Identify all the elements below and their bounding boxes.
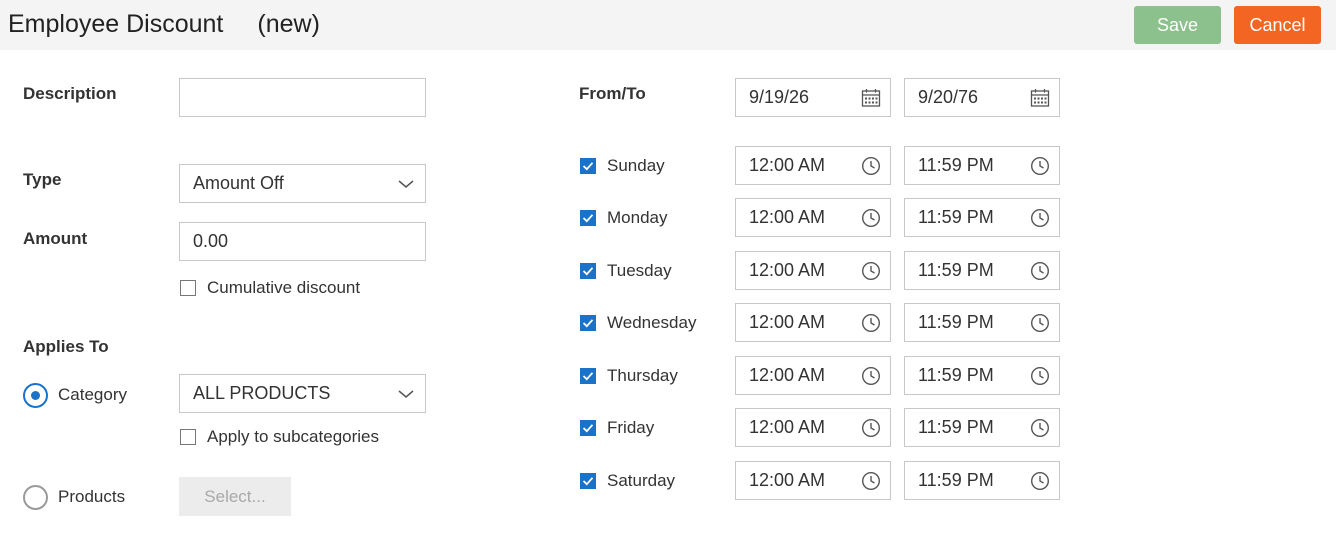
page-title: Employee Discount (new) <box>8 10 320 39</box>
save-button[interactable]: Save <box>1134 6 1221 44</box>
apply-subcategories-checkbox[interactable] <box>180 429 196 445</box>
category-select[interactable]: ALL PRODUCTS <box>179 374 426 413</box>
thursday-end-time: 11:59 PM <box>918 365 994 385</box>
sunday-start-time: 12:00 AM <box>749 155 826 175</box>
tuesday-end-time-input[interactable]: 11:59 PM <box>904 251 1060 290</box>
sunday-start-time-input[interactable]: 12:00 AM <box>735 146 891 185</box>
cancel-button[interactable]: Cancel <box>1234 6 1321 44</box>
clock-icon[interactable] <box>1030 261 1050 281</box>
thursday-checkbox[interactable] <box>580 368 596 384</box>
saturday-start-time-input[interactable]: 12:00 AM <box>735 461 891 500</box>
monday-end-time-input[interactable]: 11:59 PM <box>904 198 1060 237</box>
clock-icon[interactable] <box>1030 418 1050 438</box>
record-status: (new) <box>257 10 320 38</box>
clock-icon[interactable] <box>861 208 881 228</box>
monday-end-time: 11:59 PM <box>918 207 994 227</box>
products-radio-label: Products <box>58 487 126 506</box>
sunday-checkbox[interactable] <box>580 158 596 174</box>
friday-end-time-input[interactable]: 11:59 PM <box>904 408 1060 447</box>
calendar-icon[interactable] <box>1030 88 1050 108</box>
wednesday-checkbox[interactable] <box>580 315 596 331</box>
clock-icon[interactable] <box>1030 313 1050 333</box>
saturday-label: Saturday <box>607 471 676 490</box>
saturday-start-time: 12:00 AM <box>749 470 826 490</box>
chevron-down-icon <box>398 390 414 398</box>
page-title-text: Employee Discount <box>8 10 224 38</box>
friday-checkbox[interactable] <box>580 420 596 436</box>
applies-to-label: Applies To <box>23 337 109 356</box>
category-radio[interactable] <box>23 383 48 408</box>
monday-checkbox[interactable] <box>580 210 596 226</box>
from-date-value: 9/19/26 <box>749 87 810 107</box>
thursday-start-time: 12:00 AM <box>749 365 826 385</box>
to-date-input[interactable]: 9/20/76 <box>904 78 1060 117</box>
clock-icon[interactable] <box>1030 208 1050 228</box>
category-select-value: ALL PRODUCTS <box>193 383 331 403</box>
cumulative-discount-label: Cumulative discount <box>207 278 361 297</box>
products-radio[interactable] <box>23 485 48 510</box>
clock-icon[interactable] <box>861 313 881 333</box>
type-select[interactable]: Amount Off <box>179 164 426 203</box>
friday-end-time: 11:59 PM <box>918 417 994 437</box>
from-to-label: From/To <box>579 84 646 103</box>
clock-icon[interactable] <box>861 261 881 281</box>
amount-input[interactable] <box>179 222 426 261</box>
thursday-start-time-input[interactable]: 12:00 AM <box>735 356 891 395</box>
friday-start-time: 12:00 AM <box>749 417 826 437</box>
clock-icon[interactable] <box>861 366 881 386</box>
tuesday-label: Tuesday <box>607 261 672 280</box>
monday-start-time: 12:00 AM <box>749 207 826 227</box>
saturday-checkbox[interactable] <box>580 473 596 489</box>
sunday-label: Sunday <box>607 156 665 175</box>
type-select-value: Amount Off <box>193 173 284 193</box>
sunday-end-time-input[interactable]: 11:59 PM <box>904 146 1060 185</box>
apply-subcategories-label: Apply to subcategories <box>207 427 379 446</box>
tuesday-start-time: 12:00 AM <box>749 260 826 280</box>
wednesday-label: Wednesday <box>607 313 697 332</box>
wednesday-start-time-input[interactable]: 12:00 AM <box>735 303 891 342</box>
clock-icon[interactable] <box>1030 471 1050 491</box>
wednesday-end-time-input[interactable]: 11:59 PM <box>904 303 1060 342</box>
from-date-input[interactable]: 9/19/26 <box>735 78 891 117</box>
wednesday-end-time: 11:59 PM <box>918 312 994 332</box>
cumulative-discount-checkbox[interactable] <box>180 280 196 296</box>
clock-icon[interactable] <box>861 471 881 491</box>
type-label: Type <box>23 170 62 189</box>
thursday-label: Thursday <box>607 366 678 385</box>
saturday-end-time: 11:59 PM <box>918 470 994 490</box>
description-label: Description <box>23 84 117 103</box>
clock-icon[interactable] <box>1030 366 1050 386</box>
select-products-button[interactable]: Select... <box>179 477 291 516</box>
amount-label: Amount <box>23 229 88 248</box>
thursday-end-time-input[interactable]: 11:59 PM <box>904 356 1060 395</box>
monday-start-time-input[interactable]: 12:00 AM <box>735 198 891 237</box>
sunday-end-time: 11:59 PM <box>918 155 994 175</box>
clock-icon[interactable] <box>861 418 881 438</box>
monday-label: Monday <box>607 208 668 227</box>
saturday-end-time-input[interactable]: 11:59 PM <box>904 461 1060 500</box>
calendar-icon[interactable] <box>861 88 881 108</box>
friday-label: Friday <box>607 418 655 437</box>
to-date-value: 9/20/76 <box>918 87 979 107</box>
category-radio-label: Category <box>58 385 127 404</box>
tuesday-end-time: 11:59 PM <box>918 260 994 280</box>
tuesday-checkbox[interactable] <box>580 263 596 279</box>
clock-icon[interactable] <box>861 156 881 176</box>
chevron-down-icon <box>398 180 414 188</box>
tuesday-start-time-input[interactable]: 12:00 AM <box>735 251 891 290</box>
wednesday-start-time: 12:00 AM <box>749 312 826 332</box>
clock-icon[interactable] <box>1030 156 1050 176</box>
page-header: Employee Discount (new) Save Cancel <box>0 0 1336 50</box>
friday-start-time-input[interactable]: 12:00 AM <box>735 408 891 447</box>
description-input[interactable] <box>179 78 426 117</box>
